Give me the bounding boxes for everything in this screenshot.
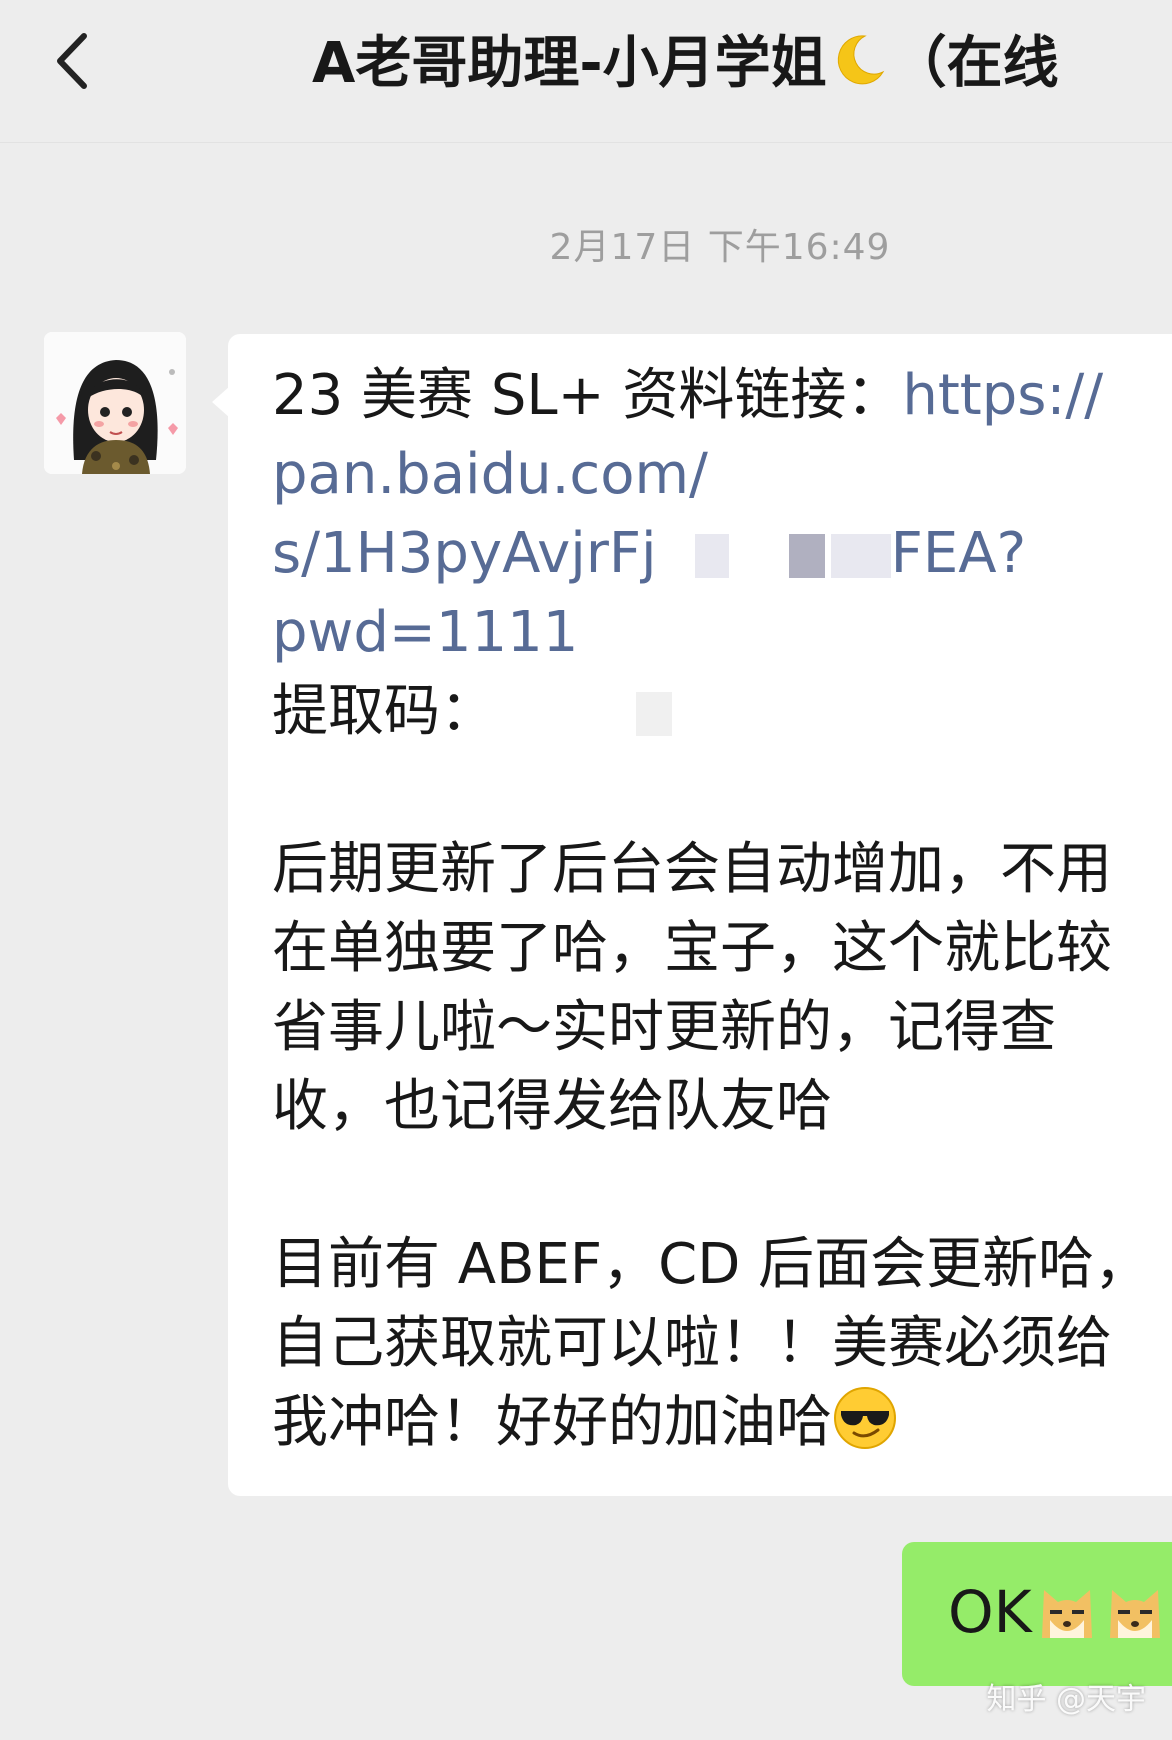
- share-link-part-3[interactable]: s/1H3pyAvjrFj FEA?: [272, 514, 1172, 593]
- chat-title-status: （在线: [890, 31, 1059, 96]
- extract-code-label: 提取码：: [272, 679, 496, 744]
- message-line: 后期更新了后台会自动增加，不用: [272, 837, 1112, 902]
- chat-header: A老哥助理-小月学姐 （在线: [0, 0, 1172, 143]
- outgoing-message-text: OK: [948, 1572, 1168, 1652]
- message-line: 目前有 ABEF，CD 后面会更新哈，: [272, 1232, 1151, 1297]
- chat-title-name: A老哥助理-小月学姐: [312, 31, 827, 96]
- avatar[interactable]: [44, 332, 186, 474]
- incoming-message-bubble[interactable]: 23 美赛 SL+ 资料链接：https:// pan.baidu.com/ s…: [212, 334, 1172, 1496]
- share-link-path-start[interactable]: s/1H3pyAvjrFj: [272, 521, 657, 586]
- message-line-text: 我冲哈！好好的加油哈: [272, 1390, 832, 1455]
- redaction-mark: [830, 534, 891, 578]
- avatar-girl-icon: [44, 332, 186, 474]
- share-link-part-4[interactable]: pwd=1111: [272, 593, 1172, 672]
- outgoing-text: OK: [948, 1578, 1032, 1646]
- link-intro-text: 23 美赛 SL+ 资料链接：: [272, 363, 903, 428]
- share-link-part-1[interactable]: https://: [902, 363, 1103, 428]
- incoming-message-text: 23 美赛 SL+ 资料链接：https:// pan.baidu.com/ s…: [272, 356, 1172, 1462]
- message-line: 23 美赛 SL+ 资料链接：https://: [272, 356, 1172, 435]
- doge-icon: [1109, 1590, 1160, 1638]
- message-line: 在单独要了哈，宝子，这个就比较: [272, 916, 1112, 981]
- bubble-tail: [212, 386, 230, 418]
- message-line: 收，也记得发给队友哈: [272, 1074, 832, 1139]
- message-line: 自己获取就可以啦！！美赛必须给: [272, 1311, 1112, 1376]
- outgoing-message-bubble[interactable]: OK: [902, 1542, 1172, 1686]
- sunglasses-face-icon: [834, 1387, 896, 1449]
- crescent-moon-icon: [837, 35, 884, 85]
- share-link-path-end[interactable]: FEA?: [891, 521, 1027, 586]
- chat-title: A老哥助理-小月学姐 （在线: [312, 26, 1059, 102]
- message-timestamp: 2月17日 下午16:49: [549, 227, 891, 268]
- message-line: 省事儿啦～实时更新的，记得查: [272, 995, 1056, 1060]
- redaction-mark: [636, 692, 672, 736]
- zhihu-watermark: 知乎 @天宇: [986, 1682, 1146, 1717]
- share-link-part-2[interactable]: pan.baidu.com/: [272, 435, 1172, 514]
- chevron-left-icon[interactable]: [44, 26, 104, 96]
- extract-code-line: 提取码：: [272, 672, 1172, 751]
- message-line: 我冲哈！好好的加油哈: [272, 1383, 1172, 1462]
- redaction-mark: [788, 534, 825, 578]
- redaction-mark: [694, 534, 729, 578]
- doge-icon: [1041, 1590, 1092, 1638]
